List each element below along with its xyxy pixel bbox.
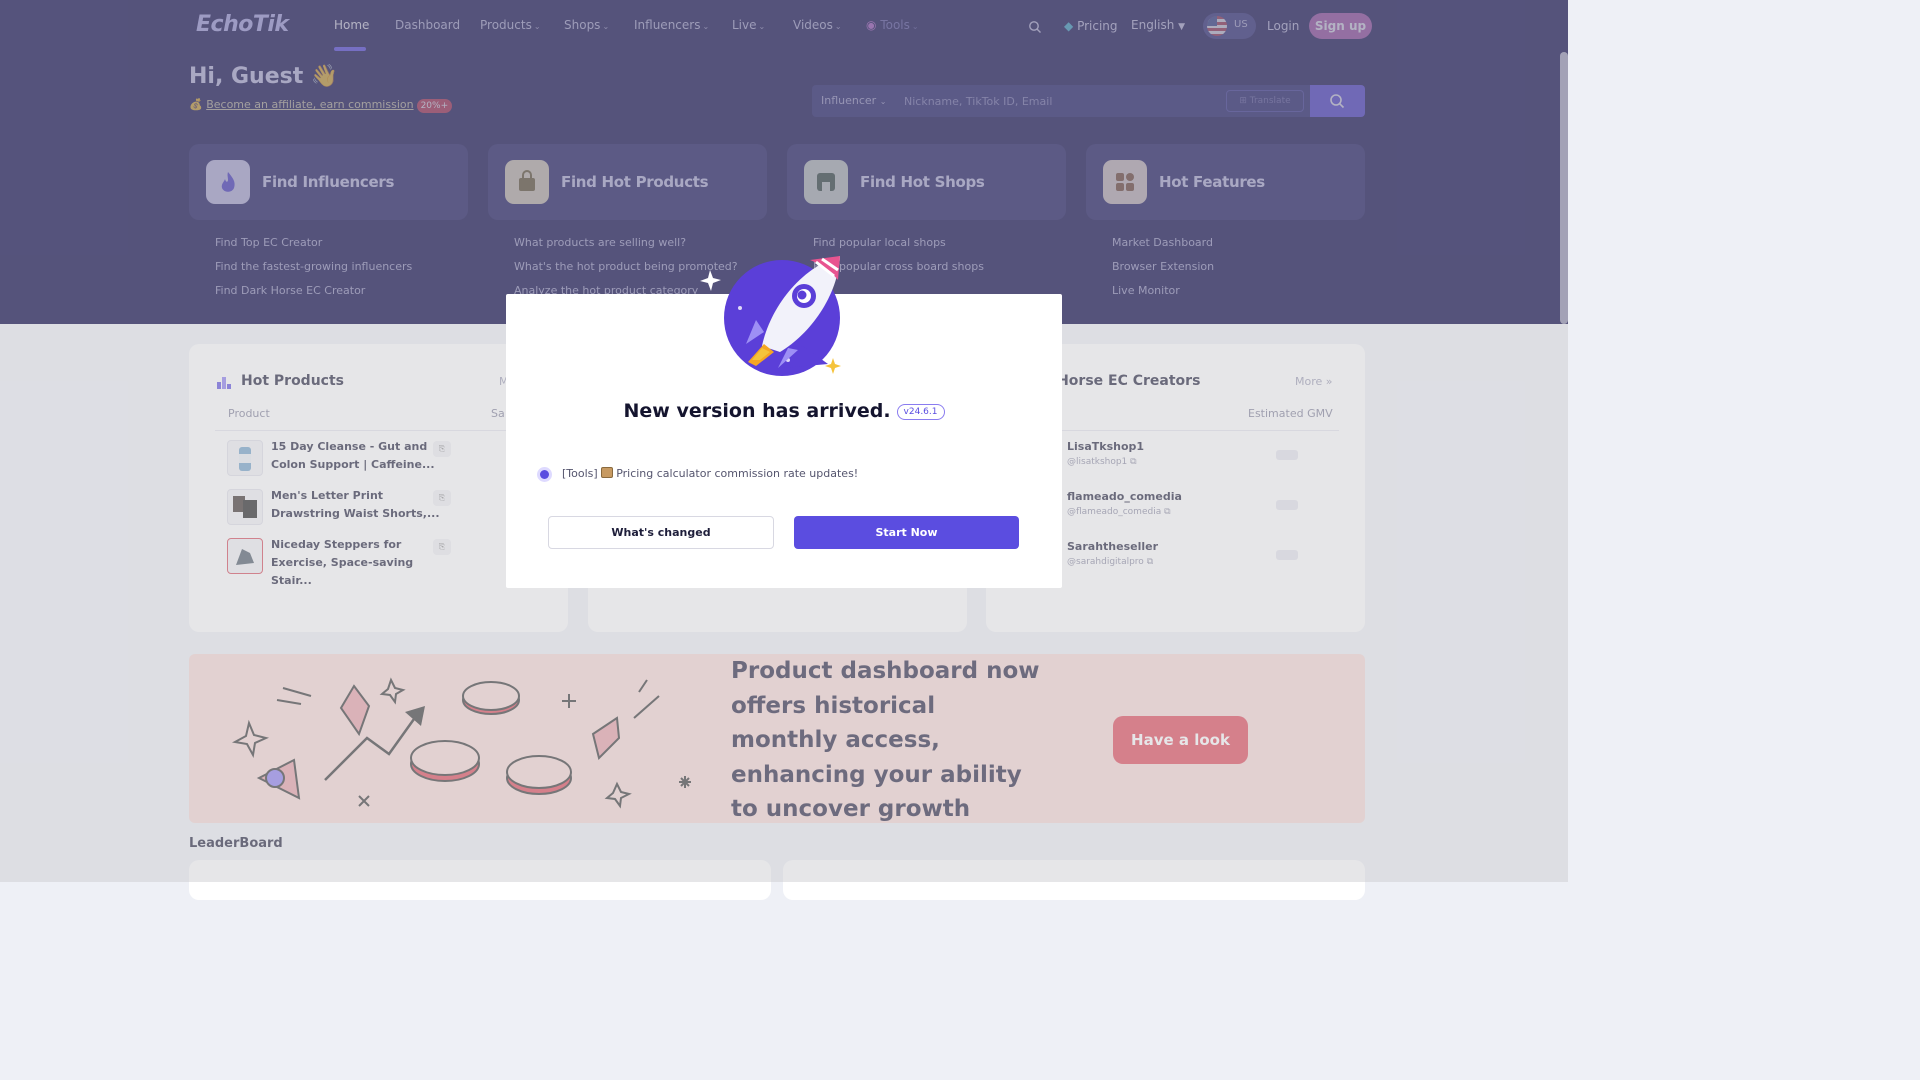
modal-title-text: New version has arrived. xyxy=(623,400,891,422)
update-tag: [Tools] xyxy=(562,467,598,480)
start-now-button[interactable]: Start Now xyxy=(794,516,1019,549)
rocket-icon xyxy=(700,256,841,376)
bullet-dot xyxy=(540,470,549,479)
modal-title: New version has arrived. v24.6.1 xyxy=(506,400,1062,422)
version-badge: v24.6.1 xyxy=(896,403,945,420)
update-item: [Tools] Pricing calculator commission ra… xyxy=(562,467,858,480)
update-text: Pricing calculator commission rate updat… xyxy=(616,467,859,480)
box-icon xyxy=(601,467,614,478)
whats-changed-button[interactable]: What's changed xyxy=(548,516,774,549)
